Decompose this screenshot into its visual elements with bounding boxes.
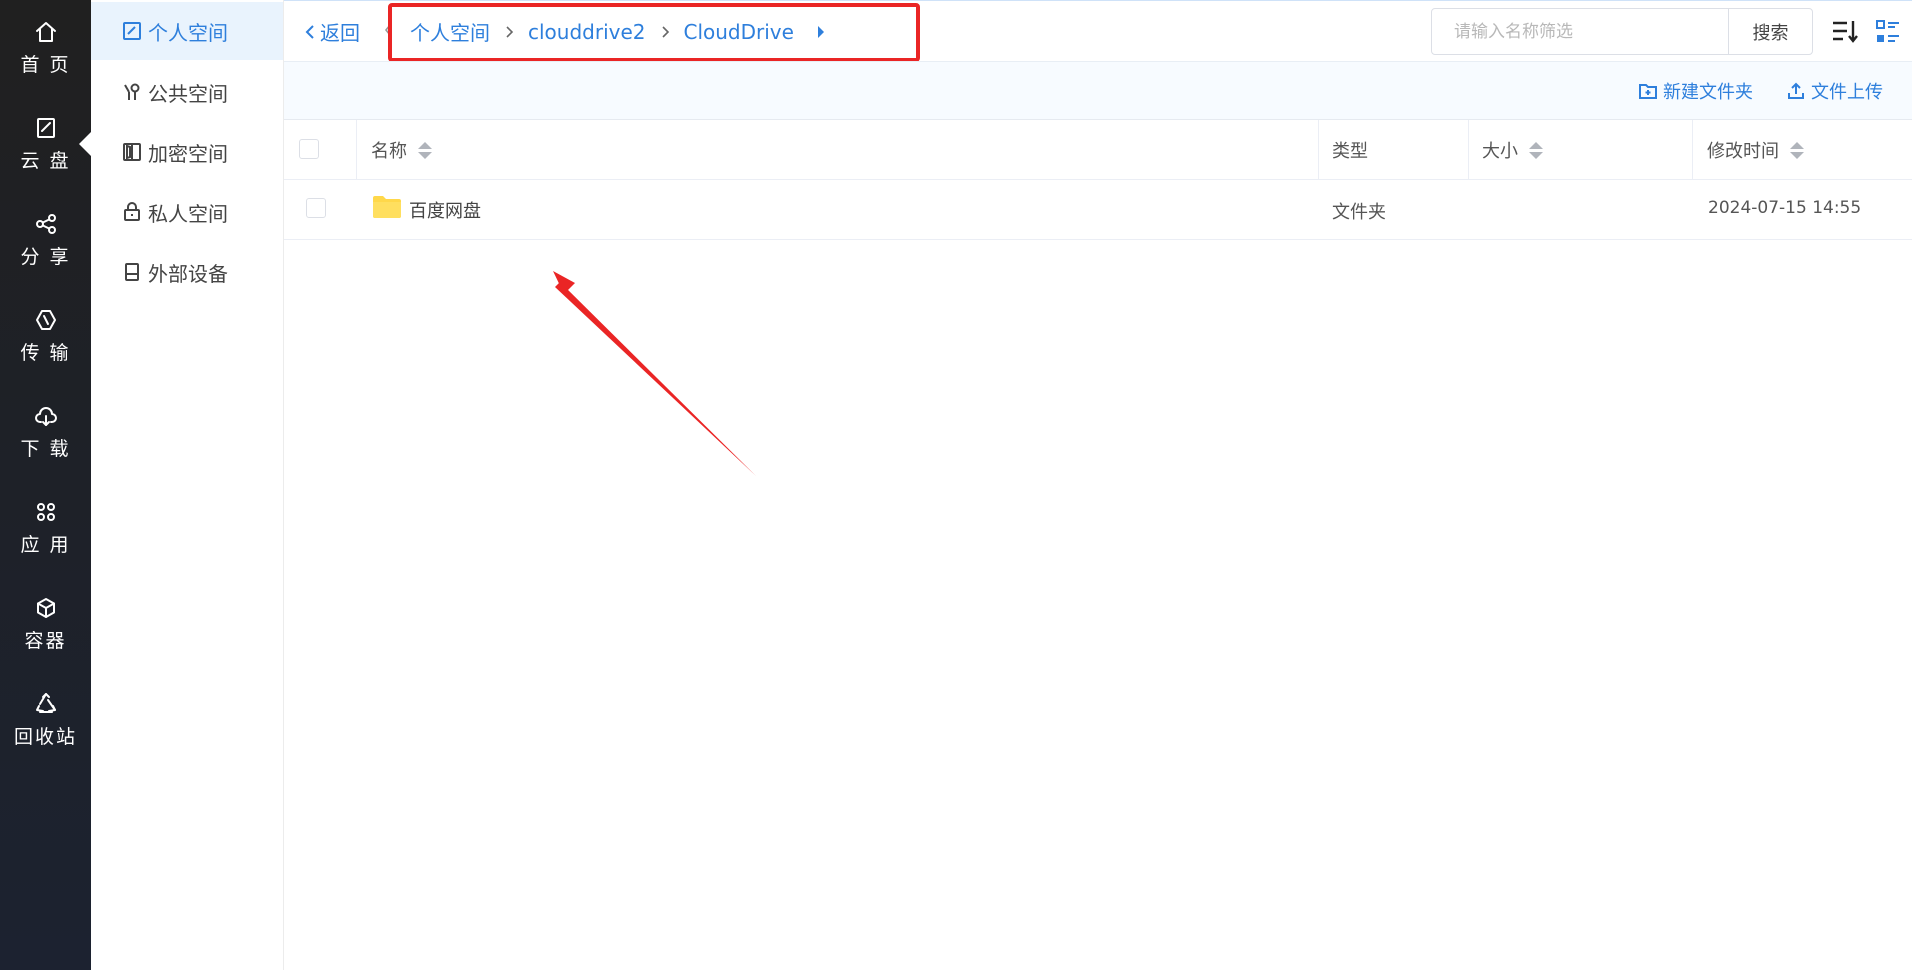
upload-button[interactable]: 文件上传 bbox=[1786, 78, 1883, 104]
lock-icon bbox=[124, 202, 140, 221]
sort-caret-icon[interactable] bbox=[418, 141, 432, 159]
back-label: 返回 bbox=[320, 21, 360, 45]
new-folder-button[interactable]: 新建文件夹 bbox=[1638, 78, 1753, 104]
sort-icon[interactable] bbox=[1830, 17, 1860, 45]
sort-caret-icon[interactable] bbox=[1529, 141, 1543, 159]
top-bar: 返回 个人空间 clouddrive2 CloudDrive 搜索 bbox=[284, 0, 1912, 62]
rail-item-label: 容器 bbox=[24, 629, 67, 652]
space-sidebar: 个人空间 公共空间 加密空间 私人空间 外部设备 bbox=[91, 0, 284, 970]
rail-item-share[interactable]: 分 享 bbox=[0, 192, 91, 288]
download-icon bbox=[34, 406, 57, 426]
column-header-label: 修改时间 bbox=[1707, 141, 1779, 162]
back-button[interactable]: 返回 bbox=[304, 17, 360, 46]
rail-item-label: 云 盘 bbox=[20, 149, 71, 172]
active-pointer bbox=[79, 132, 91, 156]
sidebar-item-label: 私人空间 bbox=[148, 201, 228, 226]
column-header-type: 类型 bbox=[1332, 137, 1368, 163]
rail-item-apps[interactable]: 应 用 bbox=[0, 480, 91, 576]
search-input[interactable] bbox=[1431, 8, 1729, 55]
chevron-left-icon bbox=[305, 24, 314, 39]
search-button[interactable]: 搜索 bbox=[1728, 8, 1813, 55]
sidebar-item-label: 外部设备 bbox=[148, 261, 228, 286]
row-checkbox[interactable] bbox=[306, 198, 326, 218]
rail-item-label: 首 页 bbox=[20, 53, 71, 76]
sidebar-item-label: 加密空间 bbox=[148, 141, 228, 166]
column-header-label: 类型 bbox=[1332, 141, 1368, 162]
column-header-modified[interactable]: 修改时间 bbox=[1707, 137, 1804, 163]
container-icon bbox=[36, 597, 55, 618]
transfer-icon bbox=[35, 309, 56, 330]
column-header-label: 大小 bbox=[1482, 141, 1518, 162]
rail-item-container[interactable]: 容器 bbox=[0, 576, 91, 672]
column-divider bbox=[1468, 120, 1469, 180]
file-name[interactable]: 百度网盘 bbox=[409, 197, 481, 223]
upload-icon bbox=[1788, 82, 1804, 99]
folder-icon bbox=[373, 196, 401, 218]
sort-caret-icon[interactable] bbox=[1790, 141, 1804, 159]
encrypted-space-icon bbox=[123, 143, 141, 161]
sidebar-item-public-space[interactable]: 公共空间 bbox=[91, 63, 283, 121]
rail-item-download[interactable]: 下 载 bbox=[0, 384, 91, 480]
sidebar-item-personal-space[interactable]: 个人空间 bbox=[91, 2, 283, 60]
public-space-icon bbox=[124, 83, 140, 100]
sidebar-item-label: 公共空间 bbox=[148, 81, 228, 106]
list-view-icon[interactable] bbox=[1875, 19, 1901, 45]
new-folder-icon bbox=[1639, 84, 1657, 99]
column-divider bbox=[1318, 120, 1319, 180]
external-device-icon bbox=[125, 263, 139, 281]
action-bar: 新建文件夹 文件上传 bbox=[284, 61, 1912, 120]
apps-icon bbox=[36, 502, 55, 521]
sidebar-item-label: 个人空间 bbox=[148, 20, 228, 45]
main-nav-rail: 首 页 云 盘 分 享 传 输 下 载 应 用 容器 回收站 bbox=[0, 0, 91, 970]
table-header: 名称 类型 大小 修改时间 bbox=[284, 120, 1912, 180]
file-table: 名称 类型 大小 修改时间 百度网盘 文件夹 2024-07-15 14:55 bbox=[284, 120, 1912, 240]
column-divider bbox=[1692, 120, 1693, 180]
rail-item-label: 回收站 bbox=[13, 725, 77, 748]
rail-item-label: 应 用 bbox=[20, 533, 71, 556]
personal-space-icon bbox=[123, 22, 141, 40]
file-modified: 2024-07-15 14:55 bbox=[1708, 198, 1862, 218]
upload-label: 文件上传 bbox=[1811, 82, 1883, 103]
column-header-name[interactable]: 名称 bbox=[371, 137, 432, 163]
share-icon bbox=[35, 213, 56, 234]
rail-item-cloud-disk[interactable]: 云 盘 bbox=[0, 96, 91, 192]
table-row[interactable]: 百度网盘 文件夹 2024-07-15 14:55 bbox=[284, 180, 1912, 240]
rail-item-home[interactable]: 首 页 bbox=[0, 0, 91, 96]
column-header-label: 名称 bbox=[371, 141, 407, 162]
sidebar-item-private-space[interactable]: 私人空间 bbox=[91, 183, 283, 241]
rail-item-label: 下 载 bbox=[20, 437, 71, 460]
rail-item-label: 传 输 bbox=[20, 341, 71, 364]
home-icon bbox=[35, 21, 56, 42]
rail-item-transfer[interactable]: 传 输 bbox=[0, 288, 91, 384]
column-divider bbox=[356, 120, 357, 180]
cloud-disk-icon bbox=[36, 117, 55, 138]
annotation-highlight-box bbox=[388, 3, 920, 62]
rail-item-label: 分 享 bbox=[20, 245, 71, 268]
rail-item-recycle-bin[interactable]: 回收站 bbox=[0, 672, 91, 768]
recycle-icon bbox=[35, 692, 56, 713]
select-all-checkbox[interactable] bbox=[299, 139, 319, 159]
column-header-size[interactable]: 大小 bbox=[1482, 137, 1543, 163]
new-folder-label: 新建文件夹 bbox=[1663, 82, 1753, 103]
sidebar-item-encrypted-space[interactable]: 加密空间 bbox=[91, 123, 283, 181]
file-type: 文件夹 bbox=[1332, 202, 1386, 223]
sidebar-item-external-devices[interactable]: 外部设备 bbox=[91, 243, 283, 301]
